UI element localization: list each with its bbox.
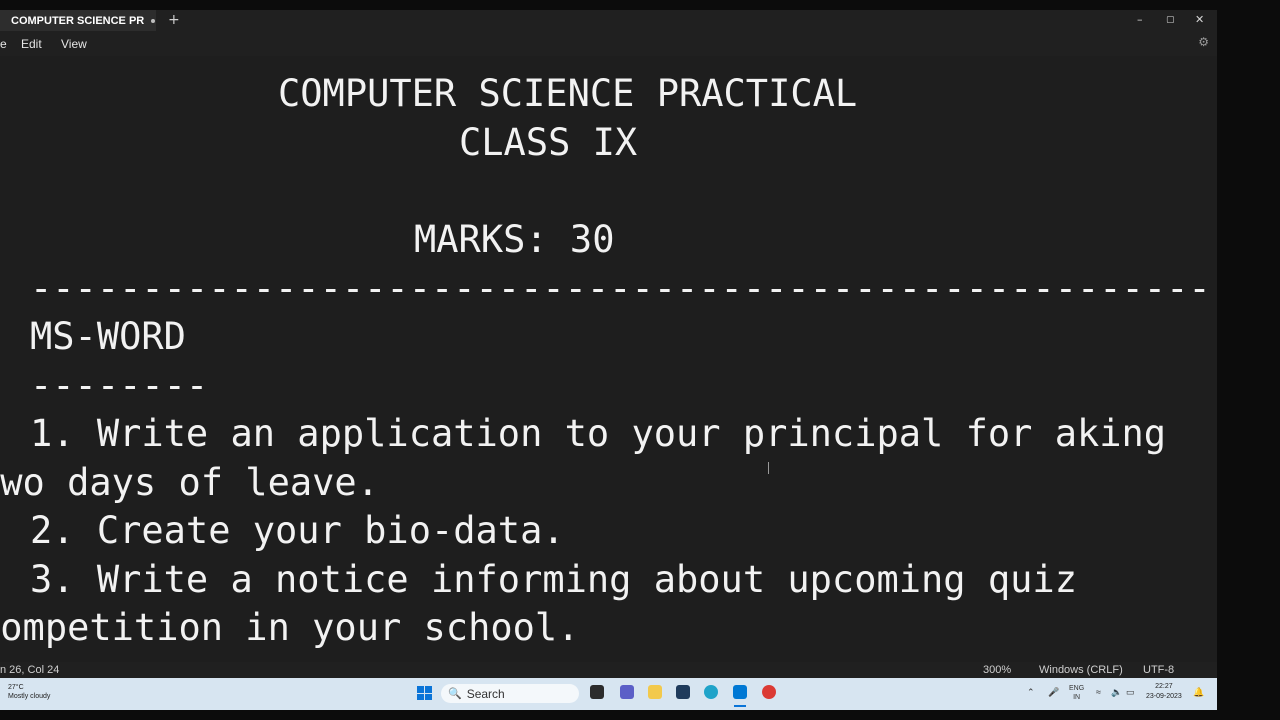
taskbar-clock[interactable]: 22:27 23-09-2023 [1146, 682, 1182, 702]
chrome-icon[interactable] [762, 685, 776, 699]
cursor-position: n 26, Col 24 [0, 664, 60, 676]
clock-time: 22:27 [1155, 683, 1173, 690]
taskbar-search[interactable]: 🔍 Search [441, 684, 579, 703]
encoding[interactable]: UTF-8 [1143, 664, 1174, 676]
taskbar: 27°C Mostly cloudy 🔍 Search ⌃ 🎤 ENG IN ≈… [0, 678, 1217, 710]
battery-icon[interactable]: ▭ [1126, 687, 1135, 698]
separator-line: ----------------------------------------… [30, 267, 1211, 310]
mouse-ibeam-cursor [768, 462, 769, 474]
close-button[interactable]: ✕ [1195, 13, 1204, 27]
weather-temp: 27°C [8, 684, 24, 691]
line-ending[interactable]: Windows (CRLF) [1039, 664, 1123, 676]
section-underline: -------- [30, 364, 209, 407]
windows-start-icon[interactable] [417, 686, 432, 700]
search-placeholder: Search [466, 686, 505, 701]
weather-desc: Mostly cloudy [8, 693, 51, 700]
teams-icon[interactable] [620, 685, 634, 699]
tab-title: COMPUTER SCIENCE PR [11, 14, 145, 27]
zoom-level[interactable]: 300% [983, 664, 1011, 676]
file-explorer-icon[interactable] [648, 685, 662, 699]
notepad-icon[interactable] [733, 685, 747, 699]
search-icon: 🔍 [448, 688, 462, 700]
menu-view[interactable]: View [61, 37, 87, 51]
unsaved-dot-icon [151, 18, 156, 23]
store-icon[interactable] [676, 685, 690, 699]
active-app-indicator [734, 705, 746, 707]
doc-marks-line: MARKS: 30 [414, 218, 615, 261]
new-tab-button[interactable]: + [168, 12, 180, 28]
doc-title-line: COMPUTER SCIENCE PRACTICAL [278, 72, 858, 115]
doc-class-line: CLASS IX [459, 121, 638, 164]
menu-edit[interactable]: Edit [21, 37, 42, 51]
notepad-window: COMPUTER SCIENCE PR + – ▢ ✕ e Edit View … [0, 10, 1217, 678]
wifi-icon[interactable]: ≈ [1096, 687, 1101, 697]
clock-date: 23-09-2023 [1146, 693, 1182, 700]
language-indicator[interactable]: ENG IN [1069, 684, 1084, 702]
volume-icon[interactable]: 🔈 [1111, 687, 1122, 698]
task-1-line: 1. Write an application to your principa… [30, 412, 1167, 455]
minimize-button[interactable]: – [1137, 13, 1143, 27]
status-bar: n 26, Col 24 300% Windows (CRLF) UTF-8 [0, 662, 1217, 678]
task-3-continuation: competition in your school. [0, 606, 580, 649]
language-code: ENG [1069, 685, 1085, 692]
edge-icon[interactable] [704, 685, 718, 699]
menu-bar: e Edit View ⚙ [0, 31, 1217, 56]
chevron-up-icon[interactable]: ⌃ [1027, 687, 1035, 698]
task-2-line: 2. Create your bio-data. [30, 509, 565, 552]
task-1-continuation: two days of leave. [0, 461, 379, 504]
text-editor[interactable]: COMPUTER SCIENCE PRACTICAL CLASS IX MARK… [0, 56, 1217, 662]
maximize-button[interactable]: ▢ [1166, 13, 1175, 27]
region-code: IN [1073, 694, 1081, 701]
notification-bell-icon[interactable]: 🔔 [1193, 687, 1204, 698]
microphone-icon[interactable]: 🎤 [1048, 687, 1059, 698]
document-tab[interactable]: COMPUTER SCIENCE PR [0, 10, 156, 31]
task-3-line: 3. Write a notice informing about upcomi… [30, 558, 1077, 601]
task-view-icon[interactable] [590, 685, 604, 699]
gear-icon[interactable]: ⚙ [1198, 35, 1209, 49]
section-heading-line: MS-WORD [30, 315, 186, 358]
weather-widget[interactable]: 27°C Mostly cloudy [8, 683, 50, 701]
menu-file[interactable]: e [0, 37, 7, 51]
title-bar: COMPUTER SCIENCE PR + – ▢ ✕ [0, 10, 1217, 31]
